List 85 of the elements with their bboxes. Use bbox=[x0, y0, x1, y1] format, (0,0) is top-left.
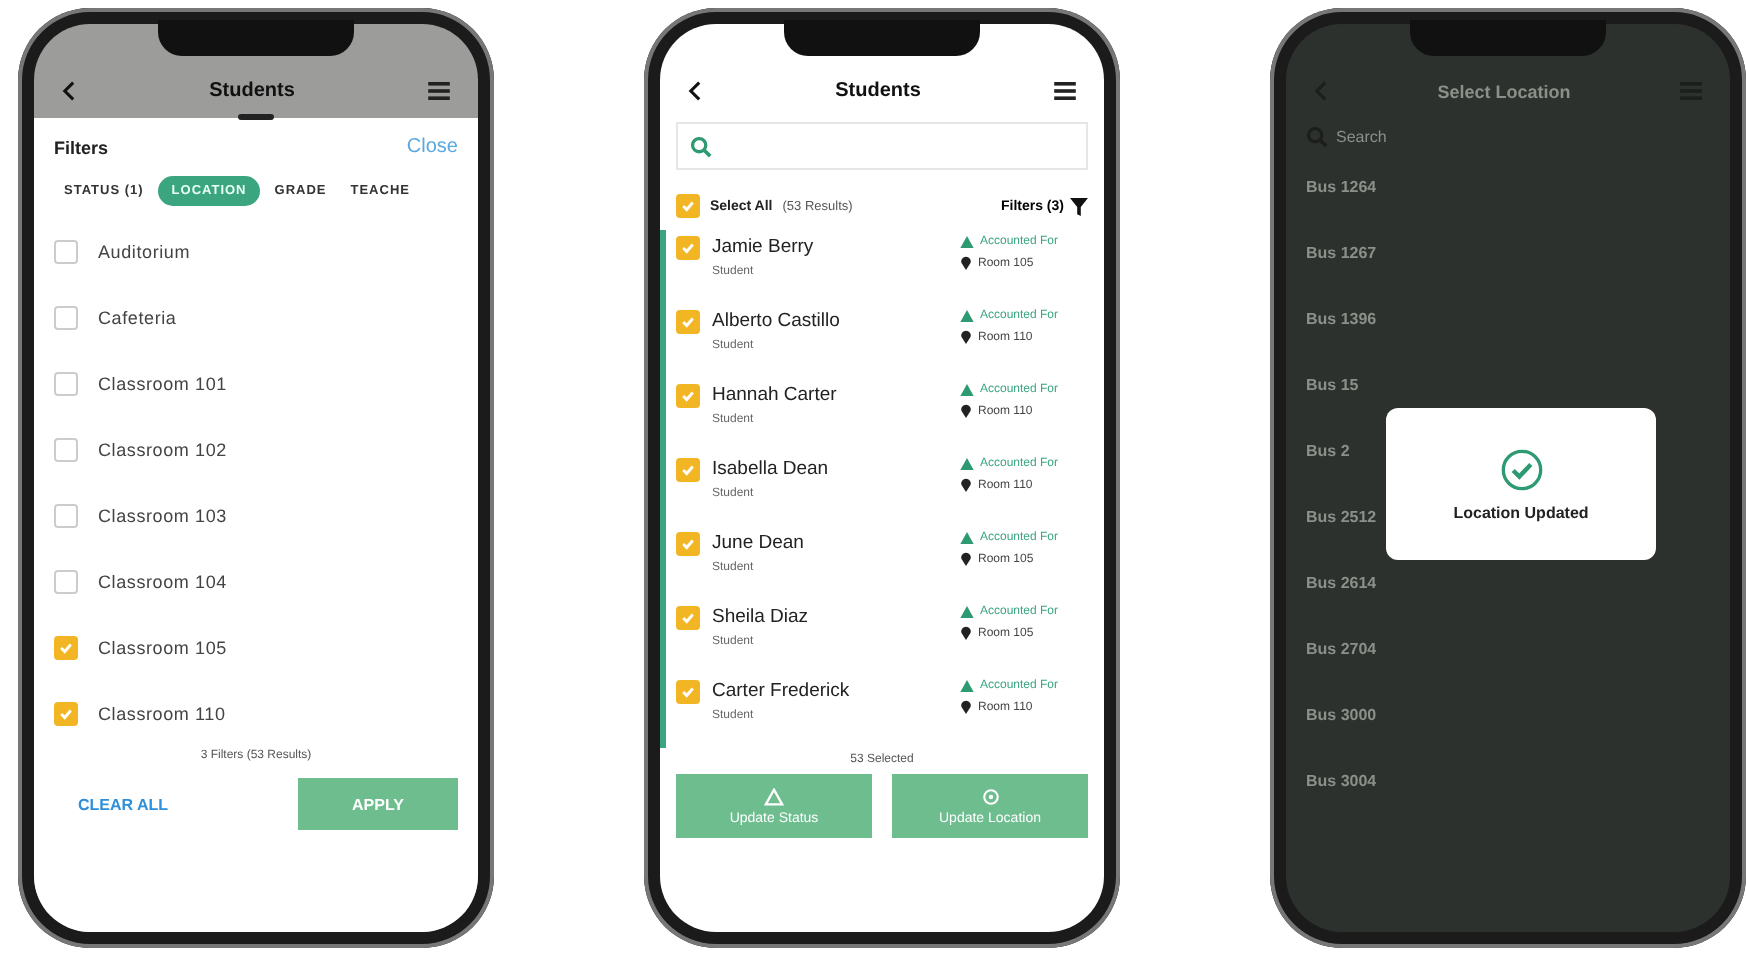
student-name: Alberto Castillo bbox=[712, 310, 842, 332]
location-item[interactable]: Bus 2512 bbox=[1306, 484, 1377, 550]
location-item[interactable]: Bus 1396 bbox=[1306, 286, 1377, 352]
screen-title: Select Location bbox=[1437, 81, 1571, 101]
location-item[interactable]: Bus 3000 bbox=[1306, 682, 1377, 748]
check-icon bbox=[680, 388, 696, 404]
location-item[interactable]: Bus 3004 bbox=[1306, 748, 1377, 814]
triangle-icon bbox=[960, 458, 974, 470]
target-icon bbox=[981, 787, 999, 805]
clear-all-button[interactable]: CLEAR ALL bbox=[54, 795, 193, 813]
search-icon bbox=[690, 135, 712, 157]
option-label: Classroom 110 bbox=[98, 703, 226, 723]
checkbox[interactable] bbox=[54, 701, 78, 725]
option-label: Classroom 104 bbox=[98, 571, 227, 591]
location-item[interactable]: Bus 1264 bbox=[1306, 154, 1377, 220]
checkbox[interactable] bbox=[676, 458, 700, 482]
search-field[interactable] bbox=[676, 122, 1088, 170]
checkbox[interactable] bbox=[54, 371, 78, 395]
option-label: Classroom 101 bbox=[98, 373, 227, 393]
triangle-icon bbox=[960, 236, 974, 248]
checkbox[interactable] bbox=[676, 384, 700, 408]
menu-icon[interactable] bbox=[428, 82, 450, 100]
screen-title: Students bbox=[835, 80, 921, 102]
checkbox[interactable] bbox=[54, 569, 78, 593]
option-label: Cafeteria bbox=[98, 307, 177, 327]
apply-button[interactable]: APPLY bbox=[298, 778, 458, 830]
close-link[interactable]: Close bbox=[406, 136, 458, 158]
dialog-message: Location Updated bbox=[1453, 503, 1589, 521]
sheet-handle[interactable] bbox=[238, 114, 274, 120]
checkbox[interactable] bbox=[54, 635, 78, 659]
option-label: Classroom 102 bbox=[98, 439, 227, 459]
pin-icon bbox=[960, 626, 972, 640]
sheet-title: Filters bbox=[54, 137, 109, 157]
triangle-icon bbox=[960, 384, 974, 396]
check-circle-icon bbox=[1499, 447, 1543, 491]
location-item[interactable]: Bus 2614 bbox=[1306, 550, 1377, 616]
check-icon bbox=[680, 684, 696, 700]
location-item[interactable]: Bus 1267 bbox=[1306, 220, 1377, 286]
checkbox[interactable] bbox=[676, 532, 700, 556]
student-name: Carter Frederick bbox=[712, 680, 852, 702]
checkbox[interactable] bbox=[54, 305, 78, 329]
option-label: Classroom 105 bbox=[98, 637, 227, 657]
option-label: Classroom 103 bbox=[98, 505, 227, 525]
student-name: June Dean bbox=[712, 532, 806, 554]
student-name: Jamie Berry bbox=[712, 236, 816, 258]
back-icon[interactable] bbox=[688, 80, 702, 102]
checkbox[interactable] bbox=[54, 437, 78, 461]
search-field[interactable]: Search bbox=[1336, 127, 1536, 145]
checkbox[interactable] bbox=[54, 503, 78, 527]
triangle-icon bbox=[960, 606, 974, 618]
pin-icon bbox=[960, 256, 972, 270]
checkbox[interactable] bbox=[54, 239, 78, 263]
pin-icon bbox=[960, 404, 972, 418]
triangle-icon bbox=[960, 532, 974, 544]
check-icon bbox=[680, 610, 696, 626]
student-name: Hannah Carter bbox=[712, 384, 839, 406]
check-icon bbox=[680, 198, 696, 214]
pin-icon bbox=[960, 330, 972, 344]
check-icon bbox=[58, 639, 74, 655]
location-item[interactable]: Bus 15 bbox=[1306, 352, 1359, 418]
triangle-icon bbox=[764, 787, 784, 805]
check-icon bbox=[680, 462, 696, 478]
check-icon bbox=[680, 536, 696, 552]
pin-icon bbox=[960, 700, 972, 714]
triangle-icon bbox=[960, 680, 974, 692]
funnel-icon bbox=[1070, 197, 1088, 215]
pin-icon bbox=[960, 552, 972, 566]
option-label: Auditorium bbox=[98, 241, 191, 261]
location-item[interactable]: Bus 2704 bbox=[1306, 616, 1377, 682]
back-icon[interactable] bbox=[62, 80, 76, 102]
menu-icon[interactable] bbox=[1054, 82, 1076, 100]
check-icon bbox=[58, 705, 74, 721]
student-name: Isabella Dean bbox=[712, 458, 831, 480]
checkbox[interactable] bbox=[676, 236, 700, 260]
pin-icon bbox=[960, 478, 972, 492]
checkbox[interactable] bbox=[676, 680, 700, 704]
screen-title: Students bbox=[209, 80, 295, 102]
location-item[interactable]: Bus 2 bbox=[1306, 418, 1350, 484]
triangle-icon bbox=[960, 310, 974, 322]
checkbox[interactable] bbox=[676, 194, 700, 218]
check-icon bbox=[680, 314, 696, 330]
checkbox[interactable] bbox=[676, 606, 700, 630]
student-name: Sheila Diaz bbox=[712, 606, 811, 628]
checkbox[interactable] bbox=[676, 310, 700, 334]
check-icon bbox=[680, 240, 696, 256]
